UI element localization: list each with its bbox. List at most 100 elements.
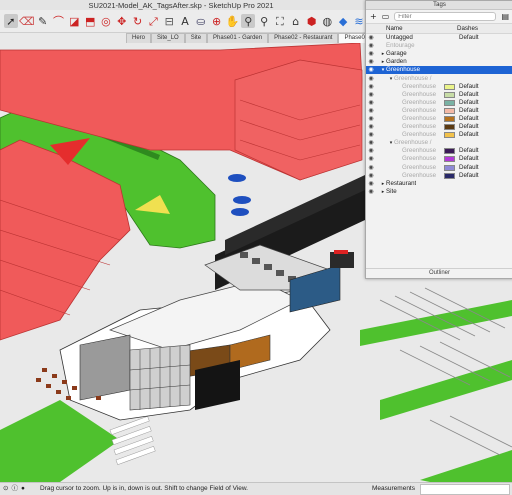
tag-row[interactable]: ◉ ▸ Restaurant xyxy=(366,180,512,188)
filter-input[interactable] xyxy=(394,12,497,21)
visibility-eye-icon[interactable]: ◉ xyxy=(366,75,376,83)
tag-color-swatch[interactable] xyxy=(444,107,455,114)
dashes-column-header[interactable]: Dashes xyxy=(450,24,512,33)
zoom-icon[interactable]: ⚲ xyxy=(241,14,256,28)
visibility-eye-icon[interactable]: ◉ xyxy=(366,139,376,147)
section-icon[interactable]: ◍ xyxy=(320,14,334,28)
layout-icon[interactable]: ◆ xyxy=(336,14,350,28)
shapes-icon[interactable]: ◪ xyxy=(67,14,81,28)
scene-tab[interactable]: Site_LO xyxy=(151,33,185,43)
tag-dashes[interactable]: Default xyxy=(459,91,479,99)
tag-row[interactable]: ◉ ▾ Greenhouse / xyxy=(366,139,512,147)
visibility-eye-icon[interactable]: ◉ xyxy=(366,164,376,172)
pencil-icon[interactable]: ✎ xyxy=(36,14,50,28)
eraser-icon[interactable]: ⌫ xyxy=(19,14,35,28)
tag-color-swatch[interactable] xyxy=(444,124,455,131)
visibility-eye-icon[interactable]: ◉ xyxy=(366,115,376,123)
tag-dashes[interactable]: Default xyxy=(459,131,479,139)
tag-dashes[interactable]: Default xyxy=(459,147,479,155)
tag-dashes[interactable]: Default xyxy=(459,34,479,42)
text-icon[interactable]: A xyxy=(178,14,192,28)
move-icon[interactable]: ✥ xyxy=(115,14,129,28)
tag-row[interactable]: ◉ ▾ Greenhouse / xyxy=(366,74,512,82)
tag-row[interactable]: ◉ Greenhouse Default xyxy=(366,83,512,91)
tag-color-swatch[interactable] xyxy=(444,99,455,106)
scene-tab[interactable]: Phase02 - Restaurant xyxy=(268,33,339,43)
visibility-eye-icon[interactable]: ◉ xyxy=(366,188,376,196)
tag-color-swatch[interactable] xyxy=(444,91,455,98)
tag-dashes[interactable]: Default xyxy=(459,115,479,123)
scene-tab[interactable]: Hero xyxy=(126,33,152,43)
visibility-eye-icon[interactable]: ◉ xyxy=(366,34,376,42)
user-icon[interactable]: ● xyxy=(21,483,25,495)
tape-measure-icon[interactable]: ⊟ xyxy=(162,14,176,28)
tag-row[interactable]: ◉ Greenhouse Default xyxy=(366,91,512,99)
tag-dashes[interactable]: Default xyxy=(459,99,479,107)
geo-location-icon[interactable]: ⊙ xyxy=(3,483,8,495)
orbit-icon[interactable]: ⊕ xyxy=(210,14,224,28)
visibility-eye-icon[interactable]: ◉ xyxy=(366,155,376,163)
push-pull-icon[interactable]: ⬒ xyxy=(83,14,97,28)
tag-row[interactable]: ◉ Greenhouse Default xyxy=(366,164,512,172)
add-tag-icon[interactable]: + xyxy=(370,12,377,21)
tag-row[interactable]: ◉ Untagged Default xyxy=(366,34,512,42)
zoom-extents-icon[interactable]: ⛶ xyxy=(273,14,287,28)
scene-tab[interactable]: Site xyxy=(184,33,208,43)
tag-row[interactable]: ◉ ▸ Site xyxy=(366,188,512,196)
tag-color-swatch[interactable] xyxy=(444,148,455,155)
tag-color-swatch[interactable] xyxy=(444,164,455,171)
visibility-eye-icon[interactable]: ◉ xyxy=(366,147,376,155)
tag-row[interactable]: ◉ Entourage xyxy=(366,42,512,50)
name-column-header[interactable]: Name xyxy=(366,24,450,33)
tag-row[interactable]: ◉ ▸ Garden xyxy=(366,58,512,66)
tag-row[interactable]: ◉ Greenhouse Default xyxy=(366,123,512,131)
visibility-eye-icon[interactable]: ◉ xyxy=(366,131,376,139)
tag-row[interactable]: ◉ Greenhouse Default xyxy=(366,147,512,155)
tag-row[interactable]: ◉ Greenhouse Default xyxy=(366,99,512,107)
zoom-window-icon[interactable]: ⚲ xyxy=(257,14,271,28)
select-arrow-icon[interactable]: ➚ xyxy=(4,14,18,28)
outliner-tray-tab[interactable]: Outliner xyxy=(366,268,512,278)
visibility-eye-icon[interactable]: ◉ xyxy=(366,58,376,66)
offset-icon[interactable]: ◎ xyxy=(99,14,113,28)
visibility-eye-icon[interactable]: ◉ xyxy=(366,99,376,107)
visibility-eye-icon[interactable]: ◉ xyxy=(366,83,376,91)
tag-row[interactable]: ◉ Greenhouse Default xyxy=(366,155,512,163)
details-icon[interactable]: ▤ xyxy=(501,12,509,21)
tag-dashes[interactable]: Default xyxy=(459,107,479,115)
tag-row[interactable]: ◉ ▾ Greenhouse xyxy=(366,66,512,75)
visibility-eye-icon[interactable]: ◉ xyxy=(366,91,376,99)
tag-row[interactable]: ◉ Greenhouse Default xyxy=(366,115,512,123)
warehouse-icon[interactable]: ⌂ xyxy=(289,14,303,28)
visibility-eye-icon[interactable]: ◉ xyxy=(366,66,376,74)
tag-color-swatch[interactable] xyxy=(444,115,455,122)
arc-icon[interactable]: ⌒ xyxy=(52,14,66,28)
tag-row[interactable]: ◉ Greenhouse Default xyxy=(366,107,512,115)
tag-dashes[interactable]: Default xyxy=(459,155,479,163)
tag-dashes[interactable]: Default xyxy=(459,172,479,180)
tag-color-swatch[interactable] xyxy=(444,83,455,90)
visibility-eye-icon[interactable]: ◉ xyxy=(366,50,376,58)
tag-color-swatch[interactable] xyxy=(444,156,455,163)
credits-icon[interactable]: ⓘ xyxy=(11,483,18,495)
tag-row[interactable]: ◉ ▸ Garage xyxy=(366,50,512,58)
tag-dashes[interactable]: Default xyxy=(459,123,479,131)
tag-dashes[interactable]: Default xyxy=(459,83,479,91)
measurements-input[interactable] xyxy=(420,484,510,495)
tag-dashes[interactable]: Default xyxy=(459,164,479,172)
visibility-eye-icon[interactable]: ◉ xyxy=(366,107,376,115)
pan-icon[interactable]: ✋ xyxy=(226,14,240,28)
tag-row[interactable]: ◉ Greenhouse Default xyxy=(366,172,512,180)
visibility-eye-icon[interactable]: ◉ xyxy=(366,172,376,180)
styles-icon[interactable]: ≋ xyxy=(352,14,366,28)
paint-bucket-icon[interactable]: ⛀ xyxy=(194,14,208,28)
add-folder-icon[interactable]: ▭ xyxy=(382,12,390,21)
visibility-eye-icon[interactable]: ◉ xyxy=(366,42,376,50)
tag-row[interactable]: ◉ Greenhouse Default xyxy=(366,131,512,139)
rotate-icon[interactable]: ↻ xyxy=(131,14,145,28)
tag-color-swatch[interactable] xyxy=(444,172,455,179)
tag-color-swatch[interactable] xyxy=(444,132,455,139)
visibility-eye-icon[interactable]: ◉ xyxy=(366,180,376,188)
scene-tab[interactable]: Phase01 - Garden xyxy=(207,33,269,43)
extension-icon[interactable]: ⬢ xyxy=(305,14,319,28)
